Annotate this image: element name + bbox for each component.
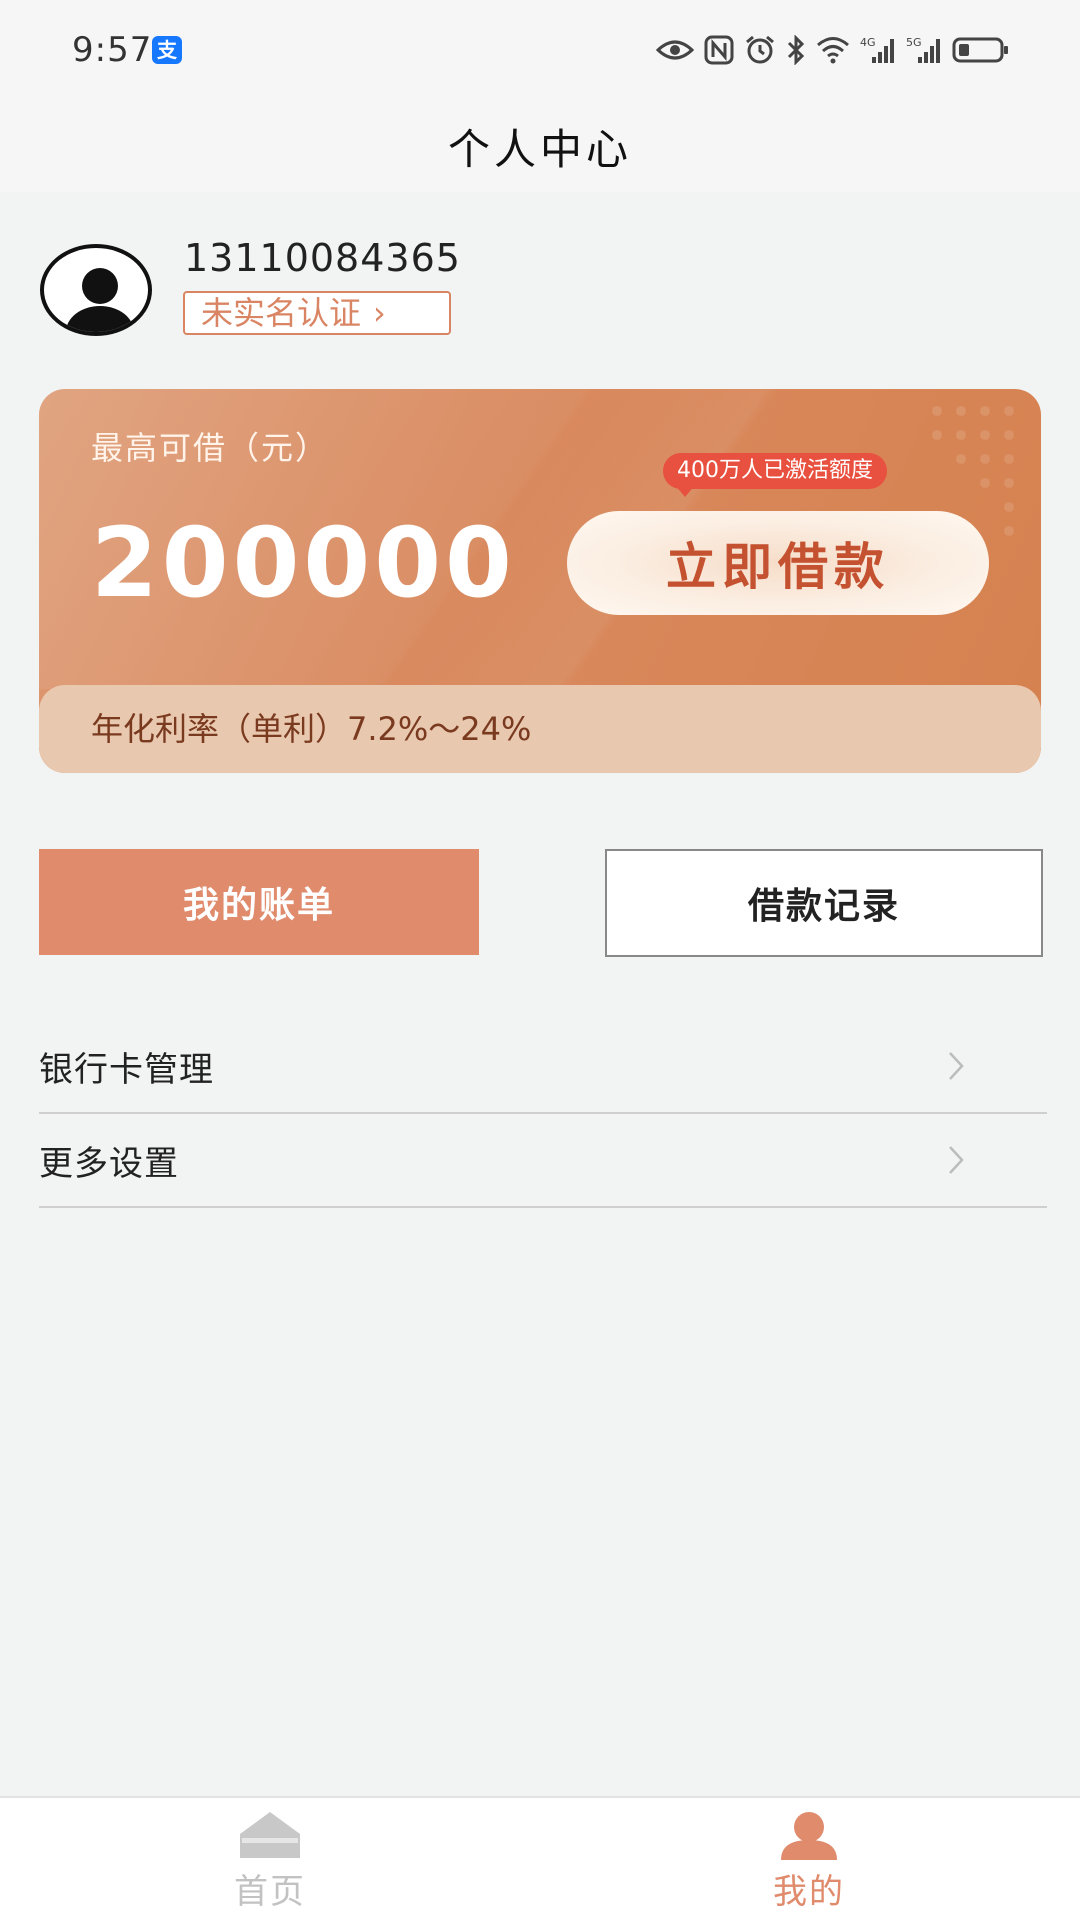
screen: 9:57 支 4G 5G 个人中心 13110084365 未实名认证 › 最高…	[0, 0, 1080, 1920]
signal-4g-icon: 4G	[860, 35, 896, 65]
tab-mine[interactable]: 我的	[709, 1810, 909, 1920]
bottom-tab-bar: 首页 我的	[0, 1796, 1080, 1920]
home-icon	[240, 1812, 300, 1858]
verify-label: 未实名认证	[201, 294, 362, 332]
max-loan-amount: 200000	[91, 507, 516, 619]
avatar[interactable]	[40, 244, 152, 336]
my-bills-button[interactable]: 我的账单	[39, 849, 479, 955]
battery-icon	[952, 36, 1010, 64]
user-icon	[781, 1812, 837, 1860]
user-avatar-icon	[66, 268, 134, 332]
alarm-icon	[744, 35, 776, 65]
chevron-right-icon: ›	[373, 294, 386, 332]
badge-tail	[675, 485, 695, 497]
menu-item-label: 更多设置	[39, 1143, 179, 1184]
wifi-icon	[816, 36, 850, 64]
borrow-now-button[interactable]: 立即借款	[567, 511, 989, 615]
status-time: 9:57	[72, 30, 153, 70]
eye-icon	[656, 38, 694, 62]
tab-home-label: 首页	[234, 1872, 306, 1912]
phone-number: 13110084365	[184, 236, 461, 280]
chevron-right-icon	[947, 1144, 965, 1176]
menu-item-bank-cards[interactable]: 银行卡管理	[39, 1020, 1047, 1114]
interest-rate-bar: 年化利率（单利）7.2%～24%	[39, 685, 1041, 773]
alipay-icon: 支	[152, 36, 182, 64]
nfc-icon	[704, 35, 734, 65]
status-bar: 9:57 支 4G 5G	[0, 0, 1080, 100]
network-2-label: 5G	[906, 36, 922, 49]
tab-home[interactable]: 首页	[170, 1810, 370, 1920]
title-bar: 个人中心	[0, 100, 1080, 192]
network-1-label: 4G	[860, 36, 876, 49]
status-icons: 4G 5G	[656, 32, 1010, 68]
max-loan-label: 最高可借（元）	[91, 429, 330, 467]
loan-records-button[interactable]: 借款记录	[605, 849, 1043, 957]
verify-identity-button[interactable]: 未实名认证 ›	[183, 291, 451, 335]
signal-5g-icon: 5G	[906, 35, 942, 65]
bluetooth-icon	[786, 35, 806, 65]
page-title: 个人中心	[447, 124, 632, 174]
activation-badge: 400万人已激活额度	[663, 453, 887, 489]
menu-item-more-settings[interactable]: 更多设置	[39, 1114, 1047, 1208]
menu-item-label: 银行卡管理	[39, 1049, 214, 1090]
tab-mine-label: 我的	[773, 1872, 845, 1912]
chevron-right-icon	[947, 1050, 965, 1082]
loan-card: 最高可借（元） 200000 400万人已激活额度 立即借款 年化利率（单利）7…	[39, 389, 1041, 773]
